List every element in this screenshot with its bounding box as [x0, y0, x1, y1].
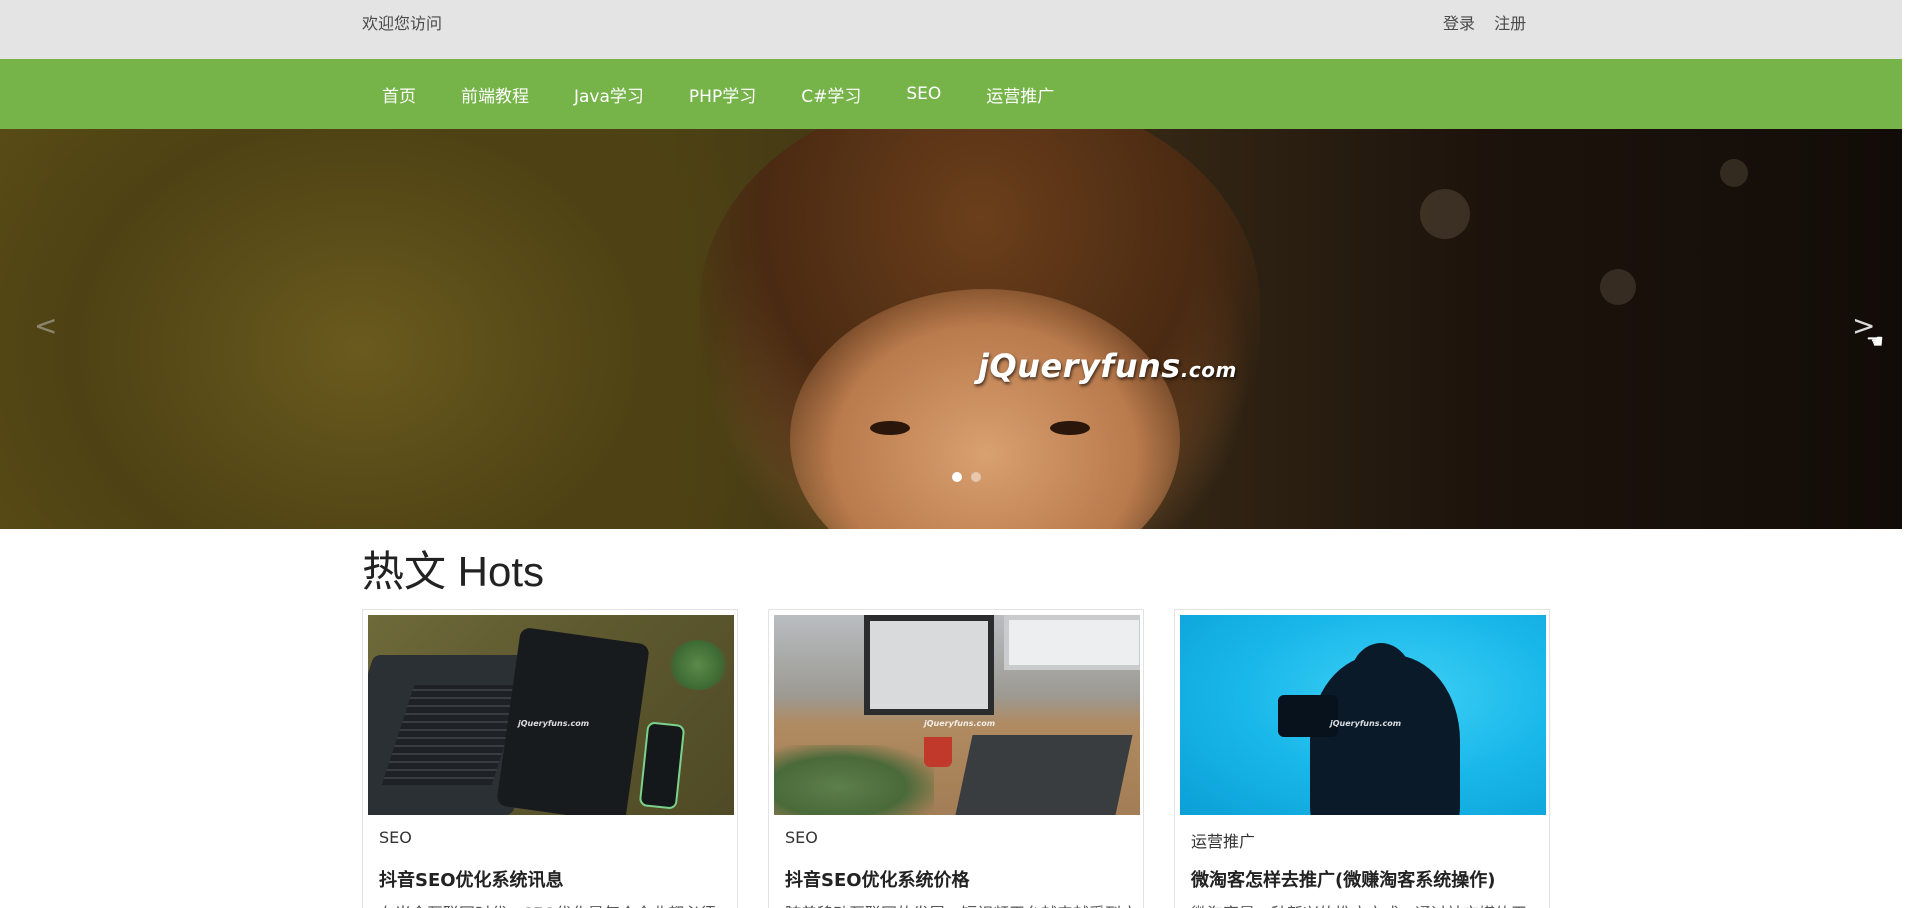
camera-shape [1278, 695, 1338, 737]
monitor-shape [864, 615, 994, 715]
phone-shape [638, 721, 686, 810]
article-thumbnail[interactable]: jQueryfuns.com [774, 615, 1140, 815]
plant-shape [668, 640, 728, 690]
monitor-shape [1004, 615, 1140, 670]
bokeh-light [1420, 189, 1470, 239]
hand-cursor-icon: ☚ [1866, 329, 1884, 353]
carousel-indicators [952, 472, 981, 482]
silhouette-head-shape [1350, 643, 1412, 715]
login-link[interactable]: 登录 [1443, 14, 1475, 33]
hero-image-eye [1050, 421, 1090, 435]
hots-section-title: 热文 Hots [362, 548, 545, 595]
thumb-watermark: jQueryfuns.com [924, 719, 996, 728]
hots-card-list: jQueryfuns.com SEO 抖音SEO优化系统讯息 在当今互联网时代，… [362, 609, 1550, 908]
carousel-dot-2[interactable] [971, 472, 981, 482]
mug-shape [924, 737, 952, 767]
article-category[interactable]: SEO [379, 828, 412, 847]
nav-item-php[interactable]: PHP学习 [689, 82, 756, 107]
article-category[interactable]: 运营推广 [1191, 828, 1255, 852]
nav-item-csharp[interactable]: C#学习 [801, 82, 861, 107]
article-card[interactable]: jQueryfuns.com 运营推广 微淘客怎样去推广(微赚淘客系统操作) 微… [1174, 609, 1550, 908]
welcome-text: 欢迎您访问 [362, 14, 443, 33]
thumb-watermark: jQueryfuns.com [1330, 719, 1402, 728]
carousel-dot-1[interactable] [952, 472, 962, 482]
bokeh-light [1600, 269, 1636, 305]
article-excerpt: 微淘客是一种新兴的推广方式，通过社交媒体平 [1191, 900, 1527, 908]
nav-item-seo[interactable]: SEO [906, 84, 941, 104]
article-title[interactable]: 抖音SEO优化系统价格 [785, 866, 970, 892]
article-card[interactable]: jQueryfuns.com SEO 抖音SEO优化系统价格 随着移动互联网的发… [768, 609, 1144, 908]
article-thumbnail[interactable]: jQueryfuns.com [1180, 615, 1546, 815]
hero-image-eye [870, 421, 910, 435]
nav-item-marketing[interactable]: 运营推广 [986, 82, 1054, 107]
nav-item-frontend[interactable]: 前端教程 [461, 82, 529, 107]
auth-links: 登录 注册 [1443, 10, 1540, 34]
plant-shape [774, 745, 934, 815]
main-nav: 首页 前端教程 Java学习 PHP学习 C#学习 SEO 运营推广 [382, 59, 1054, 129]
hero-watermark: jQueryfuns.com [978, 347, 1237, 385]
article-card[interactable]: jQueryfuns.com SEO 抖音SEO优化系统讯息 在当今互联网时代，… [362, 609, 738, 908]
article-thumbnail[interactable]: jQueryfuns.com [368, 615, 734, 815]
article-category[interactable]: SEO [785, 828, 818, 847]
article-excerpt: 在当今互联网时代，SEO优化是每个企业都必须 [379, 900, 716, 908]
article-excerpt: 随着移动互联网的发展，短视频平台越来越受到广 [785, 900, 1137, 908]
main-navbar: 首页 前端教程 Java学习 PHP学习 C#学习 SEO 运营推广 [0, 59, 1902, 129]
nav-item-home[interactable]: 首页 [382, 82, 416, 107]
bokeh-light [1720, 159, 1748, 187]
hero-carousel: jQueryfuns.com < > ☚ [0, 129, 1902, 529]
nav-item-java[interactable]: Java学习 [574, 82, 644, 107]
article-title[interactable]: 微淘客怎样去推广(微赚淘客系统操作) [1191, 866, 1495, 892]
top-bar: 欢迎您访问 登录 注册 [0, 0, 1902, 59]
thumb-watermark: jQueryfuns.com [518, 719, 590, 728]
article-title[interactable]: 抖音SEO优化系统讯息 [379, 866, 564, 892]
carousel-prev-button[interactable]: < [34, 309, 57, 342]
laptop-shape [955, 735, 1133, 815]
register-link[interactable]: 注册 [1494, 14, 1526, 33]
